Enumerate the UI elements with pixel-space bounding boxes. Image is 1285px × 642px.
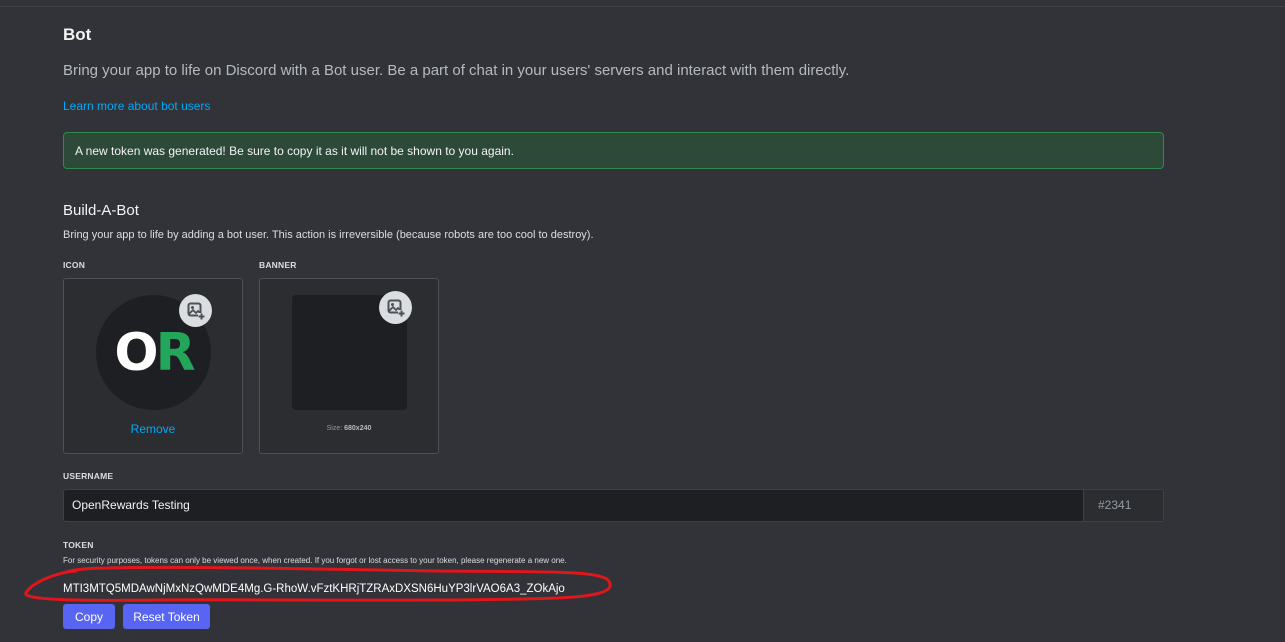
image-plus-icon (187, 302, 205, 320)
size-prefix: Size: (326, 425, 343, 432)
section-description: Bring your app to life by adding a bot u… (63, 229, 594, 241)
reset-token-button[interactable]: Reset Token (123, 604, 210, 629)
edit-icon-button[interactable] (179, 294, 212, 327)
section-title: Build-A-Bot (63, 202, 139, 219)
edit-banner-button[interactable] (379, 291, 412, 324)
image-plus-icon (387, 299, 405, 317)
username-label: USERNAME (63, 471, 114, 481)
banner-label: BANNER (259, 260, 297, 270)
banner-size-hint: Size: 680x240 (259, 425, 439, 432)
token-generated-notice: A new token was generated! Be sure to co… (63, 132, 1164, 169)
learn-more-link[interactable]: Learn more about bot users (63, 99, 210, 113)
username-input[interactable] (72, 490, 1072, 521)
page-title: Bot (63, 25, 92, 44)
size-value: 680x240 (344, 425, 372, 432)
copy-token-button[interactable]: Copy (63, 604, 115, 629)
top-divider (0, 0, 1285, 7)
notice-text: A new token was generated! Be sure to co… (75, 143, 514, 158)
token-label: TOKEN (63, 540, 94, 550)
remove-avatar-link[interactable]: Remove (63, 422, 243, 436)
icon-label: ICON (63, 260, 86, 270)
discriminator: #2341 (1083, 490, 1163, 521)
avatar-letter-o: O (114, 322, 158, 383)
page-description: Bring your app to life on Discord with a… (63, 62, 850, 79)
username-field: #2341 (63, 489, 1164, 522)
avatar-letter-r: R (155, 322, 196, 383)
red-annotation-circle (24, 565, 612, 602)
